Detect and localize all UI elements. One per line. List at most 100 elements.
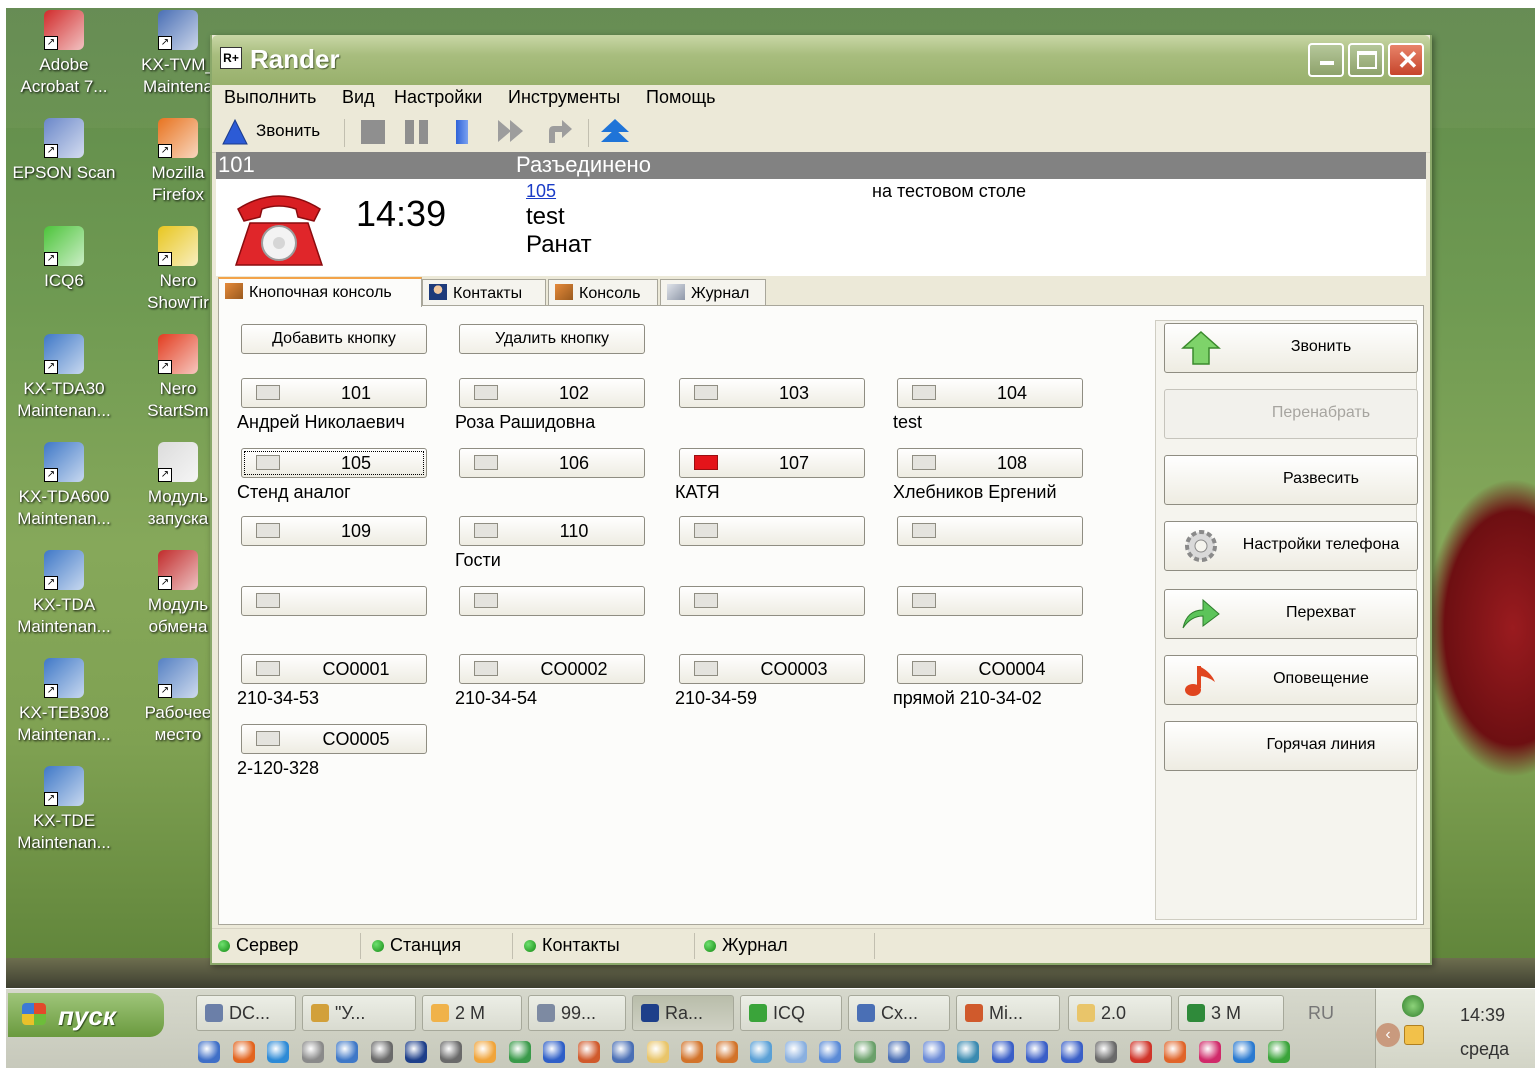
taskbar-task[interactable]: DC... bbox=[196, 995, 296, 1031]
quick-launch-icon[interactable] bbox=[888, 1041, 910, 1063]
quick-launch-icon[interactable] bbox=[681, 1041, 703, 1063]
desktop-icon[interactable]: ↗ ICQ6 bbox=[8, 226, 120, 292]
quick-launch-icon[interactable] bbox=[1267, 1041, 1290, 1063]
start-button[interactable]: пуск bbox=[8, 993, 164, 1037]
desktop-icon[interactable]: ↗ KX-TDA600 Maintenan... bbox=[8, 442, 120, 530]
quick-launch-icon[interactable] bbox=[1095, 1041, 1117, 1063]
console-key[interactable]: 108 bbox=[897, 448, 1083, 478]
quick-launch-icon[interactable] bbox=[405, 1041, 427, 1063]
console-key[interactable]: 107 bbox=[679, 448, 865, 478]
quick-launch-icon[interactable] bbox=[198, 1041, 220, 1063]
quick-launch-icon[interactable] bbox=[1026, 1041, 1048, 1063]
quick-launch-icon[interactable] bbox=[439, 1041, 462, 1063]
notification-button[interactable]: Оповещение bbox=[1164, 655, 1418, 705]
minimize-button[interactable] bbox=[1308, 43, 1344, 77]
taskbar-task[interactable]: 99... bbox=[528, 995, 626, 1031]
quick-launch-icon[interactable] bbox=[991, 1041, 1014, 1063]
console-key[interactable] bbox=[897, 516, 1083, 546]
forward-button[interactable] bbox=[496, 117, 530, 147]
quick-launch-icon[interactable] bbox=[474, 1041, 496, 1063]
taskbar-task[interactable]: 3 М bbox=[1178, 995, 1284, 1031]
console-key[interactable]: 101 bbox=[241, 378, 427, 408]
console-key[interactable] bbox=[679, 586, 865, 616]
maximize-button[interactable] bbox=[1348, 43, 1384, 77]
remove-key-button[interactable]: Удалить кнопку bbox=[459, 324, 645, 354]
console-key[interactable]: 110 bbox=[459, 516, 645, 546]
quick-launch-icon[interactable] bbox=[853, 1041, 876, 1063]
quick-launch-icon[interactable] bbox=[1060, 1041, 1083, 1063]
menu-help[interactable]: Помощь bbox=[646, 87, 716, 108]
language-indicator[interactable]: RU bbox=[1308, 1003, 1334, 1024]
close-button[interactable]: ✕ bbox=[1388, 43, 1424, 77]
quick-launch-icon[interactable] bbox=[715, 1041, 738, 1063]
quick-launch-icon[interactable] bbox=[750, 1041, 772, 1063]
tab-contacts[interactable]: Контакты bbox=[422, 279, 546, 305]
pickup-button[interactable] bbox=[598, 117, 632, 147]
quick-launch-icon[interactable] bbox=[1129, 1041, 1152, 1063]
taskbar-task[interactable]: Ra... bbox=[632, 995, 734, 1031]
intercept-button[interactable]: Перехват bbox=[1164, 589, 1418, 639]
quick-launch-icon[interactable] bbox=[267, 1041, 289, 1063]
quick-launch-icon[interactable] bbox=[370, 1041, 393, 1063]
taskbar-task[interactable]: Mi... bbox=[956, 995, 1060, 1031]
console-key[interactable]: 109 bbox=[241, 516, 427, 546]
console-key[interactable]: CO0003 bbox=[679, 654, 865, 684]
quick-launch-icon[interactable] bbox=[301, 1041, 324, 1063]
quick-launch-icon[interactable] bbox=[232, 1041, 255, 1063]
tab-journal[interactable]: Журнал bbox=[660, 279, 766, 305]
call-button[interactable]: Звонить bbox=[1164, 323, 1418, 373]
quick-launch-icon[interactable] bbox=[1164, 1041, 1186, 1063]
menu-settings[interactable]: Настройки bbox=[394, 87, 482, 108]
taskbar-task[interactable]: 2 М bbox=[422, 995, 522, 1031]
quick-launch-icon[interactable] bbox=[336, 1041, 358, 1063]
tab-button-console[interactable]: Кнопочная консоль bbox=[218, 277, 422, 307]
quick-launch-icon[interactable] bbox=[922, 1041, 945, 1063]
network-tray-icon[interactable] bbox=[1402, 995, 1424, 1017]
console-key[interactable]: 103 bbox=[679, 378, 865, 408]
quick-launch-icon[interactable] bbox=[1198, 1041, 1221, 1063]
desktop-icon[interactable]: ↗ KX-TDE Maintenan... bbox=[8, 766, 120, 854]
console-key[interactable]: 105 bbox=[241, 448, 427, 478]
console-key[interactable]: 102 bbox=[459, 378, 645, 408]
quick-launch-icon[interactable] bbox=[612, 1041, 634, 1063]
add-key-button[interactable]: Добавить кнопку bbox=[241, 324, 427, 354]
console-key[interactable]: CO0005 bbox=[241, 724, 427, 754]
clock-tray-icon[interactable] bbox=[1404, 1025, 1424, 1045]
stop-button[interactable] bbox=[358, 117, 388, 147]
desktop-icon[interactable]: ↗ Adobe Acrobat 7... bbox=[8, 10, 120, 98]
quick-launch-icon[interactable] bbox=[1233, 1041, 1255, 1063]
menu-tools[interactable]: Инструменты bbox=[508, 87, 620, 108]
tray-expand-icon[interactable]: ‹ bbox=[1376, 1023, 1400, 1047]
taskbar-task[interactable]: 2.0 bbox=[1068, 995, 1172, 1031]
redirect-button[interactable] bbox=[544, 117, 574, 147]
quick-launch-icon[interactable] bbox=[577, 1041, 600, 1063]
pause-button[interactable] bbox=[402, 117, 432, 147]
console-key[interactable]: CO0002 bbox=[459, 654, 645, 684]
hold-button[interactable] bbox=[456, 117, 476, 147]
console-key[interactable] bbox=[241, 586, 427, 616]
taskbar-task[interactable]: ICQ bbox=[740, 995, 842, 1031]
console-key[interactable] bbox=[897, 586, 1083, 616]
desktop-icon[interactable]: ↗ EPSON Scan bbox=[8, 118, 120, 184]
console-key[interactable]: CO0004 bbox=[897, 654, 1083, 684]
toolbar-call-button[interactable]: Звонить bbox=[220, 117, 340, 147]
quick-launch-icon[interactable] bbox=[784, 1041, 807, 1063]
phone-settings-button[interactable]: Настройки телефона bbox=[1164, 521, 1418, 571]
tab-console[interactable]: Консоль bbox=[548, 279, 658, 305]
taskbar-task[interactable]: "У... bbox=[302, 995, 416, 1031]
title-bar[interactable]: R+ Rander ✕ bbox=[212, 35, 1430, 85]
quick-launch-icon[interactable] bbox=[508, 1041, 531, 1063]
desktop-icon[interactable]: ↗ KX-TDA Maintenan... bbox=[8, 550, 120, 638]
quick-launch-icon[interactable] bbox=[543, 1041, 565, 1063]
console-key[interactable]: 104 bbox=[897, 378, 1083, 408]
menu-view[interactable]: Вид bbox=[342, 87, 375, 108]
quick-launch-icon[interactable] bbox=[819, 1041, 841, 1063]
caller-number-link[interactable]: 105 bbox=[526, 181, 556, 202]
tray-clock[interactable]: 14:39 bbox=[1460, 1005, 1505, 1026]
hangup-button[interactable]: Развесить bbox=[1164, 455, 1418, 505]
console-key[interactable] bbox=[679, 516, 865, 546]
console-key[interactable]: 106 bbox=[459, 448, 645, 478]
taskbar-task[interactable]: Сх... bbox=[848, 995, 950, 1031]
quick-launch-icon[interactable] bbox=[957, 1041, 979, 1063]
console-key[interactable]: CO0001 bbox=[241, 654, 427, 684]
